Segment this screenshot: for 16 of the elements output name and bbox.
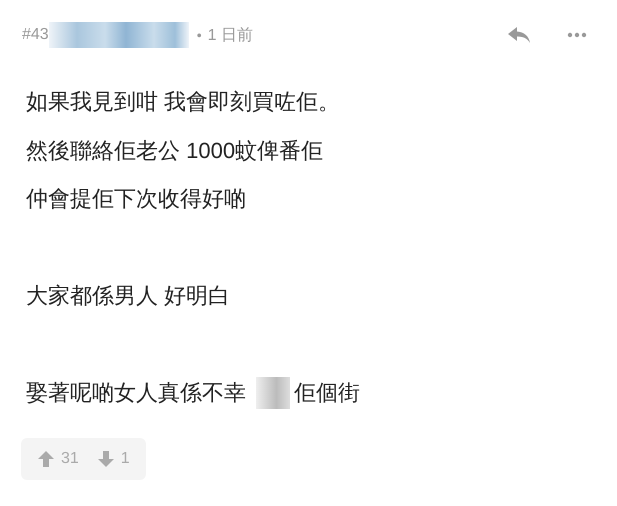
upvote-button[interactable]: 31 [37,450,79,468]
separator-dot: • [196,27,202,43]
post-text: 佢個街 [294,379,360,407]
reply-icon[interactable] [507,25,531,45]
post-time: 1 日前 [208,26,253,46]
blurred-text [256,377,290,410]
post-text: 如果我見到咁 我會即刻買咗佢。 [26,88,340,116]
up-arrow-icon [37,450,55,468]
post-text: 仲會提佢下次收得好啲 [26,185,246,213]
downvote-button[interactable]: 1 [96,450,130,468]
post-text: 然後聯絡佢老公 1000蚊俾番佢 [26,136,324,164]
post-number: #43 [22,26,49,44]
post-text: 娶著呢啲女人真係不幸 [26,379,246,407]
post-text: 大家都係男人 好明白 [26,282,230,310]
more-options-icon[interactable] [567,32,587,38]
down-arrow-icon [96,450,115,468]
